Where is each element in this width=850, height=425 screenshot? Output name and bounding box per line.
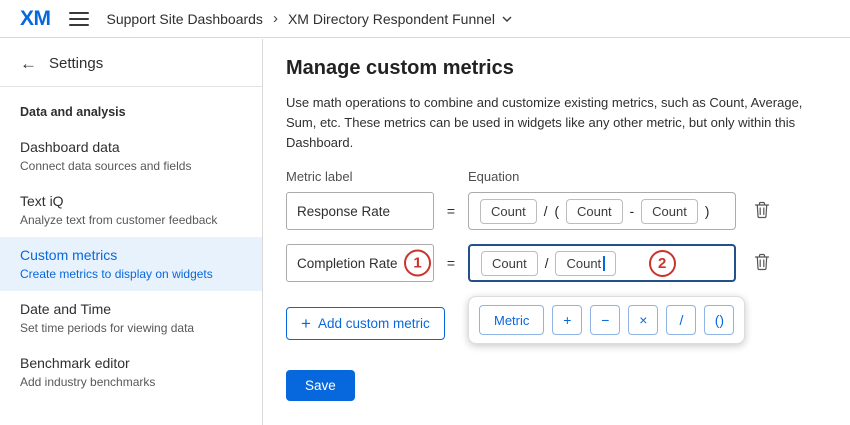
settings-sidebar: ← Settings Data and analysis Dashboard d… [0, 39, 263, 425]
sidebar-item-text-iq[interactable]: Text iQ Analyze text from customer feedb… [0, 183, 262, 237]
metric-chip-count[interactable]: Count [555, 251, 615, 276]
toolbar-minus-button[interactable]: − [590, 305, 620, 335]
add-custom-metric-button[interactable]: + Add custom metric [286, 307, 445, 340]
equation-box-completion-rate[interactable]: Count / Count 2 [468, 244, 736, 282]
chevron-down-icon [502, 16, 512, 22]
add-custom-metric-label: Add custom metric [318, 316, 430, 331]
annotation-circle-2: 2 [649, 250, 676, 277]
sidebar-item-date-and-time[interactable]: Date and Time Set time periods for viewi… [0, 291, 262, 345]
breadcrumb-item-dashboards[interactable]: Support Site Dashboards [107, 11, 263, 27]
back-label: Settings [49, 55, 103, 72]
metric-chip-count[interactable]: Count [481, 251, 538, 276]
sidebar-item-title: Dashboard data [20, 139, 242, 155]
sidebar-item-dashboard-data[interactable]: Dashboard data Connect data sources and … [0, 129, 262, 183]
operator-open-paren: ( [554, 204, 559, 219]
sidebar-item-custom-metrics[interactable]: Custom metrics Create metrics to display… [0, 237, 262, 291]
metric-label-input-response-rate[interactable] [286, 192, 434, 230]
plus-icon: + [301, 315, 311, 332]
top-bar: XM Support Site Dashboards › XM Director… [0, 0, 850, 38]
hamburger-menu-button[interactable] [69, 12, 89, 26]
equals-sign: = [434, 255, 468, 271]
annotation-circle-1: 1 [404, 250, 431, 277]
main-content: Manage custom metrics Use math operation… [264, 39, 850, 425]
toolbar-parentheses-button[interactable]: () [704, 305, 734, 335]
sidebar-item-benchmark-editor[interactable]: Benchmark editor Add industry benchmarks [0, 345, 262, 399]
metric-chip-count[interactable]: Count [566, 199, 623, 224]
sidebar-item-title: Benchmark editor [20, 355, 242, 371]
operator-close-paren: ) [705, 204, 710, 219]
sidebar-item-title: Date and Time [20, 301, 242, 317]
metric-row-response-rate: = Count / ( Count - Count ) [286, 192, 828, 230]
sidebar-item-subtitle: Set time periods for viewing data [20, 321, 242, 335]
sidebar-item-subtitle: Analyze text from customer feedback [20, 213, 242, 227]
metric-chip-count[interactable]: Count [480, 199, 537, 224]
page-description: Use math operations to combine and custo… [286, 93, 828, 153]
metric-row-completion-rate: 1 = Count / Count 2 [286, 244, 828, 282]
page-title: Manage custom metrics [286, 57, 828, 80]
save-button[interactable]: Save [286, 370, 355, 401]
delete-metric-button[interactable] [752, 251, 772, 276]
equation-header: Equation [468, 169, 519, 184]
trash-icon [754, 253, 770, 271]
equation-toolbar: Metric + − × / () [468, 296, 745, 344]
sidebar-section-header: Data and analysis [0, 93, 262, 129]
sidebar-item-subtitle: Connect data sources and fields [20, 159, 242, 173]
metric-chip-count[interactable]: Count [641, 199, 698, 224]
text-cursor [603, 256, 605, 271]
back-arrow-icon: ← [20, 55, 37, 72]
equals-sign: = [434, 203, 468, 219]
breadcrumb: Support Site Dashboards › XM Directory R… [107, 10, 512, 27]
toolbar-divide-button[interactable]: / [666, 305, 696, 335]
sidebar-item-subtitle: Create metrics to display on widgets [20, 267, 242, 281]
trash-icon [754, 201, 770, 219]
operator-divide: / [544, 204, 548, 219]
breadcrumb-current-label: XM Directory Respondent Funnel [288, 11, 495, 27]
toolbar-metric-button[interactable]: Metric [479, 305, 544, 335]
equation-box-response-rate[interactable]: Count / ( Count - Count ) [468, 192, 736, 230]
operator-divide: / [545, 256, 549, 271]
delete-metric-button[interactable] [752, 199, 772, 224]
toolbar-plus-button[interactable]: + [552, 305, 582, 335]
sidebar-item-subtitle: Add industry benchmarks [20, 375, 242, 389]
toolbar-multiply-button[interactable]: × [628, 305, 658, 335]
chip-label: Count [566, 256, 601, 271]
metric-label-header: Metric label [286, 169, 468, 184]
sidebar-item-title: Custom metrics [20, 247, 242, 263]
xm-logo: XM [20, 7, 51, 31]
breadcrumb-current-dropdown[interactable]: XM Directory Respondent Funnel [288, 11, 512, 27]
actions-row: + Add custom metric Metric + − × / () [286, 296, 828, 356]
breadcrumb-separator: › [273, 10, 278, 27]
sidebar-item-title: Text iQ [20, 193, 242, 209]
operator-minus: - [630, 204, 635, 219]
back-to-settings-button[interactable]: ← Settings [0, 39, 262, 87]
column-headers: Metric label Equation [286, 169, 828, 184]
